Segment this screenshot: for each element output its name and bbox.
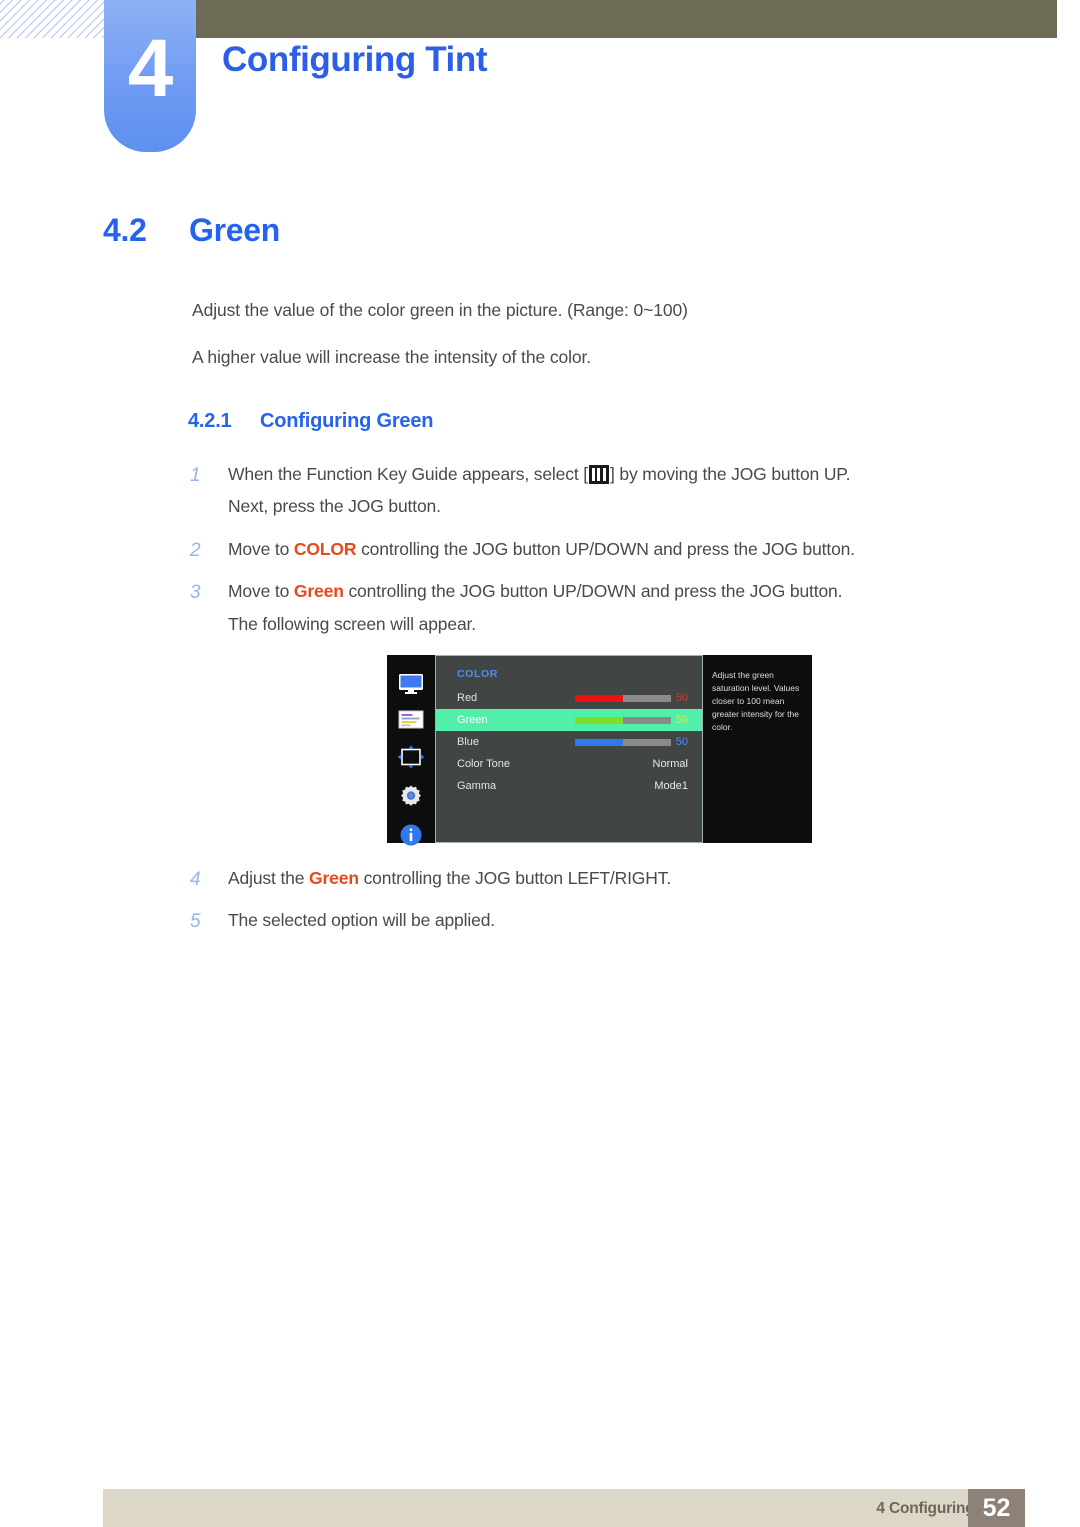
osd-row-label: Green <box>457 714 488 726</box>
osd-row-color-tone[interactable]: Color Tone Normal <box>436 753 702 775</box>
osd-row-gamma[interactable]: Gamma Mode1 <box>436 775 702 797</box>
step-text-after: controlling the JOG button UP/DOWN and p… <box>356 538 855 559</box>
step-text-before: When the Function Key Guide appears, sel… <box>228 464 588 484</box>
osd-slider-track[interactable] <box>575 716 671 724</box>
info-icon <box>397 823 425 847</box>
step-text-before: The selected option will be applied. <box>228 910 495 931</box>
step-text-after: controlling the JOG button LEFT/RIGHT. <box>358 868 672 888</box>
chapter-number-badge: 4 <box>104 0 196 152</box>
step-keyword: Green <box>309 868 359 888</box>
step-item: 5 The selected option will be applied. <box>188 904 948 936</box>
osd-row-value: 50 <box>675 692 688 704</box>
menu-bars-icon <box>588 465 609 484</box>
step-text-before: Move to <box>228 581 294 602</box>
section-paragraph-2: A higher value will increase the intensi… <box>192 347 592 367</box>
osd-main-panel: COLOR Red 50 Green 50 Blue 50 Color Tone… <box>435 655 703 843</box>
step-text-after: ] by moving the JOG button UP. <box>609 464 851 484</box>
header-olive-bar <box>196 0 1057 38</box>
osd-slider-track[interactable] <box>575 738 671 746</box>
osd-row-value: Mode1 <box>654 780 688 792</box>
osd-row-value: 50 <box>675 736 688 748</box>
subsection-number: 4.2.1 <box>188 410 232 432</box>
osd-row-label: Color Tone <box>457 758 510 770</box>
osd-menu-screenshot: COLOR Red 50 Green 50 Blue 50 Color Tone… <box>387 655 812 846</box>
step-item: 3 Move to Green controlling the JOG butt… <box>188 575 948 640</box>
osd-row-green[interactable]: Green 50 <box>436 709 702 731</box>
chapter-title: Configuring Tint <box>222 40 488 79</box>
step-item: 2 Move to COLOR controlling the JOG butt… <box>188 533 948 565</box>
step-text-before: Move to <box>228 538 294 559</box>
section-heading: 4.2 Green <box>103 212 280 249</box>
monitor-icon <box>397 673 425 695</box>
section-number: 4.2 <box>103 212 147 248</box>
step-continuation: The following screen will appear. <box>228 613 476 634</box>
osd-menu-title: COLOR <box>457 668 498 680</box>
section-paragraph-1: Adjust the value of the color green in t… <box>192 300 688 320</box>
resize-arrows-icon <box>397 745 425 769</box>
step-number: 1 <box>190 465 201 486</box>
osd-row-label: Red <box>457 692 478 704</box>
osd-row-label: Blue <box>457 736 480 748</box>
osd-description-panel: Adjust the green saturation level. Value… <box>703 655 812 843</box>
step-continuation: Next, press the JOG button. <box>228 496 441 517</box>
section-title: Green <box>189 212 280 248</box>
step-item: 4 Adjust the Green controlling the JOG b… <box>188 862 948 894</box>
step-number: 5 <box>190 911 201 933</box>
subsection-title: Configuring Green <box>260 410 434 432</box>
osd-slider-fill <box>575 716 623 724</box>
step-number: 2 <box>190 539 201 561</box>
document-page: 4 Configuring Tint 4.2 Green Adjust the v… <box>0 0 1080 1527</box>
step-text-before: Adjust the <box>228 868 310 888</box>
step-number: 3 <box>190 582 201 604</box>
step-text-after: controlling the JOG button UP/DOWN and p… <box>343 581 843 602</box>
osd-slider-fill <box>575 738 623 746</box>
osd-sidebar <box>387 655 435 846</box>
color-panel-icon <box>397 710 425 730</box>
osd-slider-fill <box>575 694 623 702</box>
osd-row-blue[interactable]: Blue 50 <box>436 731 702 753</box>
osd-row-value: 50 <box>675 714 688 726</box>
step-number: 4 <box>190 869 201 890</box>
footer-page-number: 52 <box>968 1489 1025 1527</box>
osd-row-red[interactable]: Red 50 <box>436 687 702 709</box>
osd-slider-track[interactable] <box>575 694 671 702</box>
osd-row-value: Normal <box>652 758 688 770</box>
step-item: 1 When the Function Key Guide appears, s… <box>188 458 948 523</box>
osd-row-label: Gamma <box>457 780 497 792</box>
steps-list-upper: 1 When the Function Key Guide appears, s… <box>188 458 948 650</box>
subsection-heading: 4.2.1 Configuring Green <box>188 410 433 433</box>
step-keyword: Green <box>293 581 344 602</box>
gear-icon <box>397 784 425 808</box>
steps-list-lower: 4 Adjust the Green controlling the JOG b… <box>188 862 948 947</box>
step-keyword: COLOR <box>293 538 357 559</box>
